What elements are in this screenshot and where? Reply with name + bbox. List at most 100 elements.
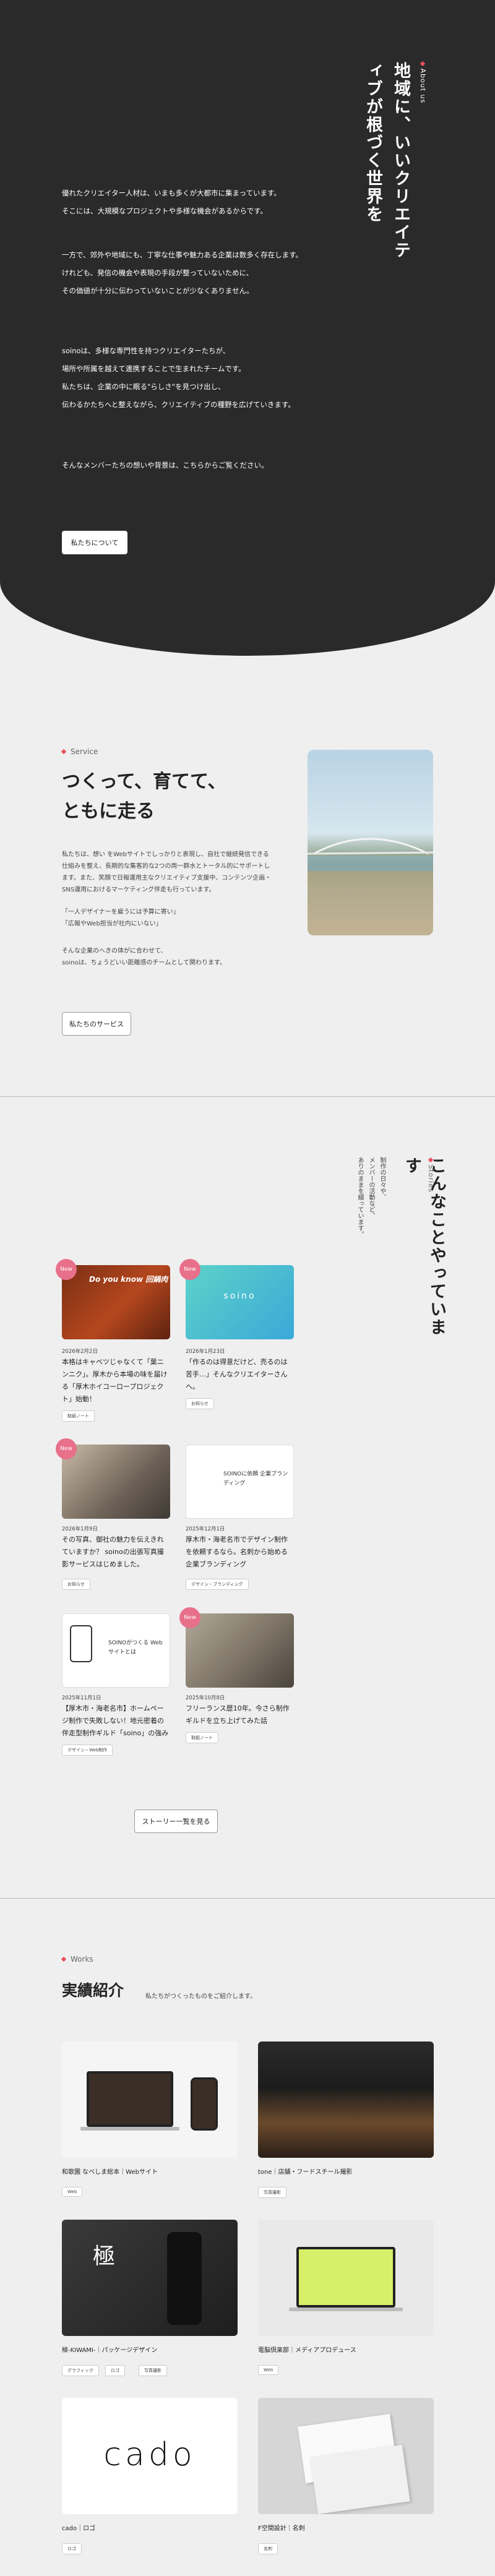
story-title[interactable]: その写真、御社の魅力を伝えきれていますか？ soinoの出張写真撮影サービスはじ… (62, 1534, 170, 1571)
story-image-caption: Do you know 回鍋肉 (89, 1275, 168, 1284)
story-title[interactable]: フリーランス歴10年。今さら制作ギルドを立ち上げてみた話 (186, 1702, 294, 1727)
new-badge: New (56, 1259, 77, 1280)
service-label-text: Service (71, 747, 98, 756)
work-tag[interactable]: Web (258, 2365, 279, 2375)
stories-list-button[interactable]: ストーリー一覧を見る (134, 1810, 218, 1833)
story-image-caption: SOINOに依頼 企業ブランディング (223, 1471, 288, 1487)
service-quote: 「広報やWeb担当が社内にいない」 (62, 921, 162, 927)
stories-subtitle-line: メンバーの活動など、 (368, 1157, 374, 1219)
business-card-illustration (310, 2445, 410, 2514)
work-tag[interactable]: 写真撮影 (258, 2187, 286, 2198)
label-marker-icon (61, 1956, 67, 1962)
story-card-image[interactable]: SOINOがつくる Webサイトとは (62, 1613, 170, 1688)
about-line: その価値が十分に伝わっていないことが少なくありません。 (62, 286, 254, 295)
service-paragraph-2: そんな企業のへきの体がに合わせて、 soinoは、ちょうどいい距離感のチームとし… (62, 945, 272, 969)
bridge-illustration (308, 838, 433, 935)
work-image[interactable] (258, 2041, 434, 2158)
about-section: About us 地域に、いいクリエイティブが根づく世界を 優れたクリエイター人… (0, 0, 495, 656)
story-card-image[interactable]: soino (186, 1265, 294, 1339)
service-title: つくって、育てて、 ともに走る (62, 767, 226, 826)
new-badge: New (56, 1438, 77, 1459)
story-card-image[interactable]: SOINOに依頼 企業ブランディング (186, 1445, 294, 1519)
work-image[interactable] (62, 2041, 238, 2158)
about-label-text: About us (419, 68, 427, 104)
kiwami-logo: 極 (93, 2244, 116, 2269)
laptop-illustration (87, 2071, 173, 2127)
section-divider (0, 1096, 495, 1097)
story-title[interactable]: 「作るのは得意だけど、売るのは苦手…」そんなクリエイターさんへ。 (186, 1356, 294, 1393)
work-image[interactable]: cado (62, 2398, 238, 2514)
story-date: 2025年11月1日 (62, 1695, 101, 1701)
about-line: 場所や所属を越えて連携することで生まれたチームです。 (62, 364, 246, 373)
laptop-base (80, 2127, 179, 2131)
story-date: 2025年12月1日 (186, 1526, 225, 1532)
work-caption[interactable]: 和歌園 なべしま総本｜Webサイト (62, 2166, 158, 2176)
story-image-caption: soino (223, 1291, 256, 1301)
work-tag[interactable]: ロゴ (105, 2365, 125, 2376)
story-title[interactable]: 【厚木市・海老名市】ホームページ制作で失敗しない！地元密着の伴走型制作ギルド「s… (62, 1702, 170, 1740)
about-line: 私たちは、企業の中に眠る"らしさ"を見つけ出し、 (62, 382, 225, 391)
service-quote: 「一人デザイナーを雇うには予算に寄い」 (62, 909, 179, 916)
story-date: 2026年1月23日 (186, 1349, 225, 1355)
service-line: soinoは、ちょうどいい距離感のチームとして関わります。 (62, 960, 226, 966)
work-caption[interactable]: tone｜店舗・フードスチール撮影 (258, 2166, 353, 2176)
work-caption[interactable]: 極-KIWAMI-｜パッケージデザイン (62, 2345, 157, 2354)
story-tag[interactable]: お知らせ (62, 1579, 90, 1590)
new-badge: New (179, 1259, 200, 1280)
about-us-button[interactable]: 私たちについて (62, 531, 127, 554)
service-title-line: つくって、育てて、 (62, 771, 226, 792)
story-card-image[interactable]: Do you know 回鍋肉 (62, 1265, 170, 1339)
story-tag[interactable]: 取組ノート (186, 1732, 218, 1743)
work-tag[interactable]: ロゴ (62, 2543, 82, 2554)
works-subtitle: 私たちがつくったものをご紹介します。 (145, 1993, 256, 2000)
phone-illustration (191, 2077, 218, 2131)
new-badge: New (179, 1607, 200, 1628)
story-title[interactable]: 厚木市・海老名市でデザイン制作を依頼するなら。名刺から始める企業ブランディング (186, 1534, 294, 1571)
cado-logo: cado (103, 2436, 196, 2473)
about-label: About us (419, 61, 427, 104)
story-tag[interactable]: 取組ノート (62, 1410, 95, 1422)
label-marker-icon (61, 749, 67, 755)
service-river-photo (308, 750, 433, 935)
work-image[interactable] (258, 2398, 434, 2514)
work-caption[interactable]: cado｜ロゴ (62, 2523, 95, 2532)
stories-title: こんなことやっています (402, 1157, 446, 1336)
work-caption[interactable]: F空間設計｜名刺 (258, 2523, 305, 2532)
work-image[interactable]: 極 (62, 2220, 238, 2336)
laptop-base (289, 2308, 403, 2311)
story-date: 2026年2月2日 (62, 1349, 98, 1355)
service-paragraph-1: 私たちは、想い をWebサイトでしっかりと表現し、自社で継続発信できる 仕組みを… (62, 849, 272, 896)
work-image[interactable] (258, 2220, 434, 2336)
service-line: SNS運用におけるマーケティング伴走も行っています。 (62, 887, 215, 893)
story-tag[interactable]: デザイン・Web制作 (62, 1745, 113, 1756)
our-services-button[interactable]: 私たちのサービス (62, 1012, 131, 1036)
bottle-illustration (167, 2232, 202, 2325)
laptop-illustration (296, 2247, 395, 2308)
story-card-image[interactable] (186, 1613, 294, 1688)
about-line: そこには、大規模なプロジェクトや多様な機会があるからです。 (62, 207, 268, 215)
story-title[interactable]: 本格はキャベツじゃなくて「葉ニンニク」。厚木から本場の味を届ける「厚木ホイコーロ… (62, 1356, 170, 1406)
stories-subtitle-line: 制作の日々や、 (379, 1157, 385, 1200)
stories-subtitle: 制作の日々や、 メンバーの活動など、 ありのままを綴っています。 (354, 1157, 387, 1305)
stories-subtitle-line: ありのままを綴っています。 (356, 1157, 363, 1237)
about-line: 伝わるかたちへと整えながら、クリエイティブの種野を広げていきます。 (62, 400, 295, 409)
about-paragraph-3: soinoは、多様な専門性を持つクリエイターたちが、 場所や所属を越えて連携する… (62, 342, 346, 414)
story-card-image[interactable] (62, 1445, 170, 1519)
about-paragraph-1: 優れたクリエイター人材は、いまも多くが大都市に集まっています。 そこには、大規模… (62, 184, 346, 220)
service-line: 私たちは、想い をWebサイトでしっかりと表現し、自社で継続発信できる (62, 851, 269, 858)
work-caption[interactable]: 電脳倶楽部｜メディアプロデュース (258, 2345, 356, 2354)
work-tag[interactable]: グラフィック (62, 2365, 99, 2376)
story-tag[interactable]: デザイン・ブランディング (186, 1579, 249, 1590)
work-tag[interactable]: 名刺 (258, 2543, 278, 2554)
label-marker-icon (420, 61, 426, 67)
about-paragraph-2: 一方で、郊外や地域にも、丁寧な仕事や魅力ある企業は数多く存在します。 けれども、… (62, 246, 346, 300)
service-quotes: 「一人デザイナーを雇うには予算に寄い」 「広報やWeb担当が社内にいない」 (62, 906, 272, 930)
work-tag[interactable]: 写真撮影 (139, 2365, 167, 2376)
service-title-line: ともに走る (62, 801, 155, 822)
story-tag[interactable]: お知らせ (186, 1398, 214, 1409)
work-tag[interactable]: Web (62, 2187, 83, 2197)
story-date: 2025年10月8日 (186, 1695, 225, 1701)
section-divider (0, 1898, 495, 1899)
works-label-text: Works (71, 1955, 93, 1964)
service-line: ます。また、笑顔で日報運用主なクリエイティブ支援中、コンテンツ企画・ (62, 875, 272, 882)
